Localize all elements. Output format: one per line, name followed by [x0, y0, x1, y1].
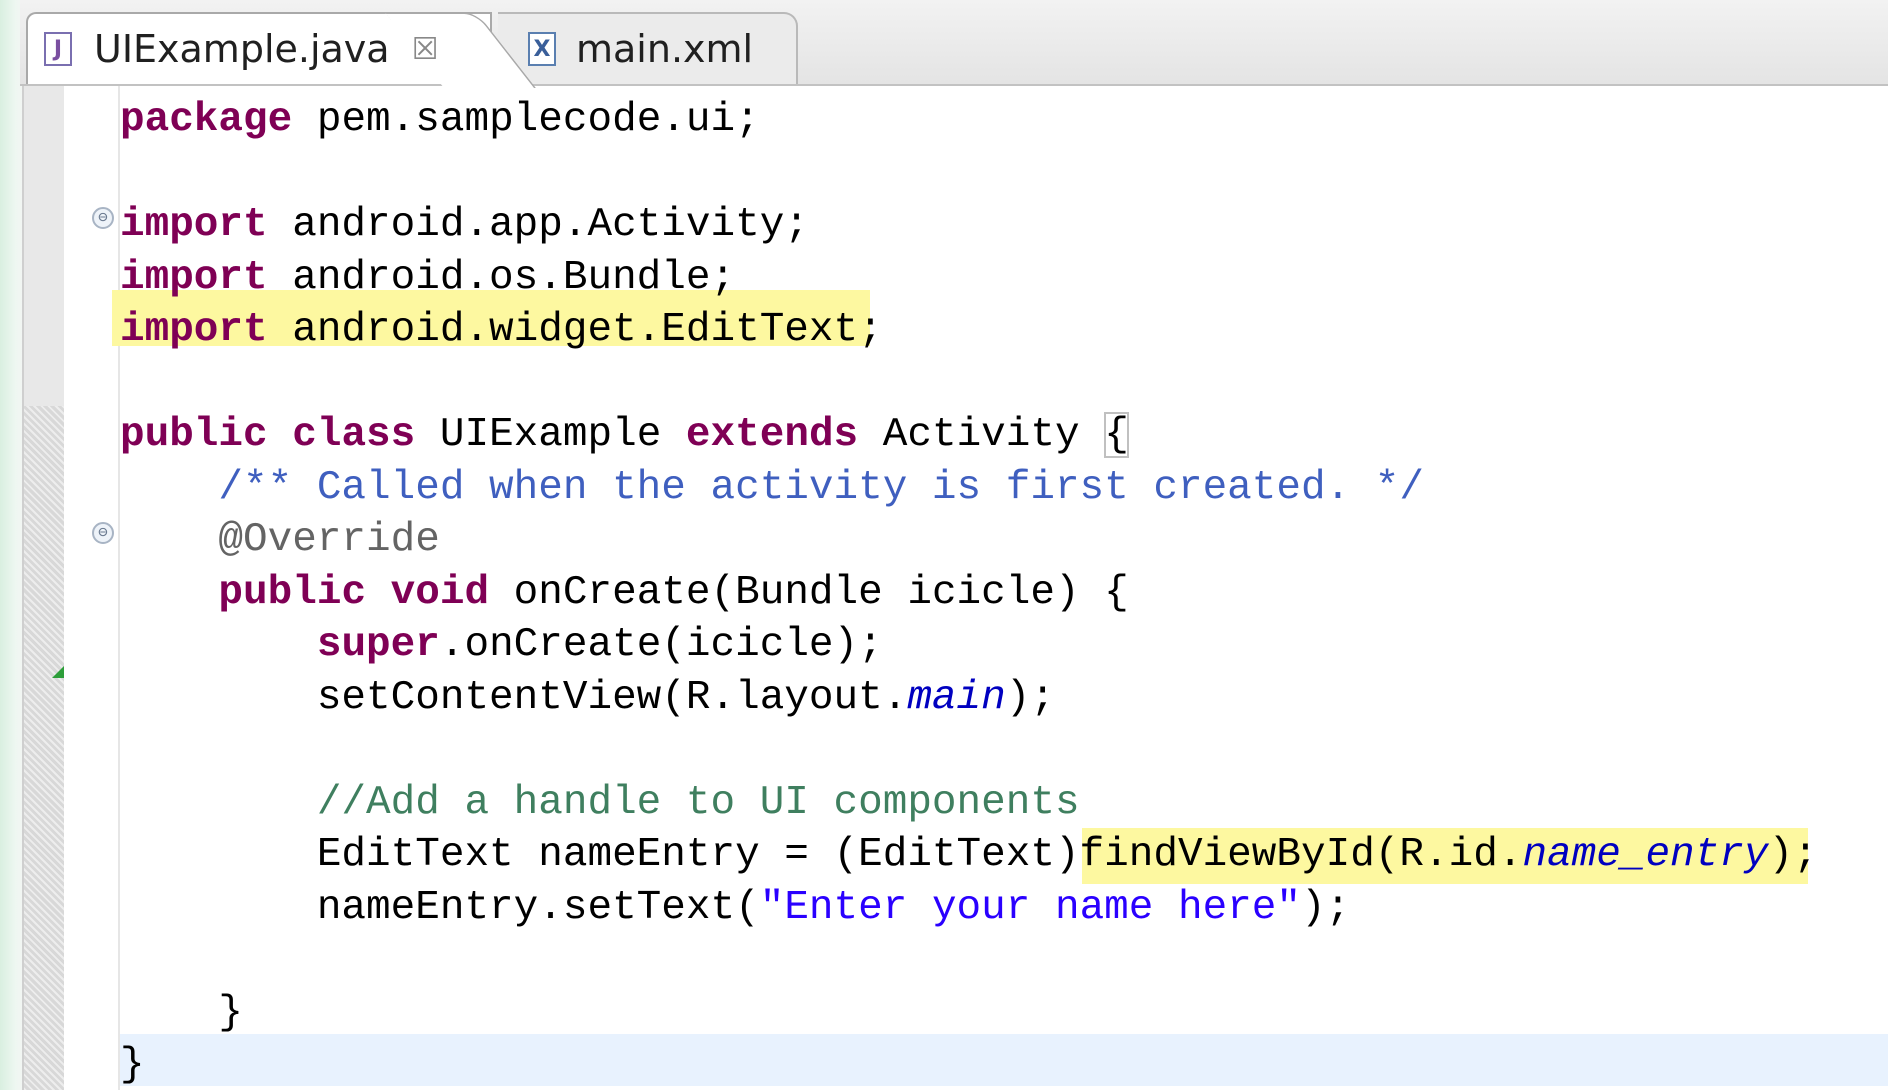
code-line[interactable]: public void onCreate(Bundle icicle) {	[120, 567, 1818, 620]
code-line[interactable]: public class UIExample extends Activity …	[120, 409, 1818, 462]
collapse-method-icon[interactable]: ⊖	[92, 522, 114, 544]
code-token: }	[120, 989, 244, 1036]
code-token: onCreate(Bundle icicle) {	[489, 569, 1129, 616]
code-line[interactable]: nameEntry.setText("Enter your name here"…	[120, 882, 1818, 935]
code-token: name_entry	[1522, 832, 1769, 878]
code-token: import	[120, 307, 268, 353]
code-line[interactable]: setContentView(R.layout.main);	[120, 672, 1818, 725]
code-token: @Override	[120, 517, 440, 563]
code-token: class	[292, 412, 416, 458]
code-token: }	[120, 1042, 145, 1088]
code-token: );	[1005, 674, 1055, 721]
code-line[interactable]: @Override	[120, 514, 1818, 567]
code-line[interactable]: package pem.samplecode.ui;	[120, 94, 1818, 147]
code-line[interactable]	[120, 934, 1818, 987]
code-line[interactable]: import android.widget.EditText;	[120, 304, 1818, 357]
code-line[interactable]: super.onCreate(icicle);	[120, 619, 1818, 672]
code-token: nameEntry.setText(	[120, 884, 760, 931]
code-token: //Add a handle to UI components	[120, 779, 1080, 826]
code-token: public	[218, 569, 367, 616]
code-token: android.os.Bundle;	[267, 254, 736, 301]
code-token: super	[316, 622, 440, 668]
code-token: EditText nameEntry = (EditText)findViewB…	[120, 832, 1523, 878]
code-token: setContentView(R.layout.	[120, 674, 908, 721]
code-line[interactable]: }	[120, 987, 1818, 1040]
code-token: public	[120, 412, 268, 458]
code-token: android.app.Activity;	[267, 202, 809, 248]
code-line[interactable]: import android.os.Bundle;	[120, 252, 1818, 305]
code-token: );	[1301, 884, 1351, 931]
code-token: {	[1104, 412, 1129, 458]
code-line[interactable]: /** Called when the activity is first cr…	[120, 462, 1818, 515]
tab-label: main.xml	[576, 27, 754, 71]
folding-ruler	[64, 86, 118, 1090]
editor-gutter[interactable]	[22, 86, 84, 1090]
code-line[interactable]	[120, 724, 1818, 777]
code-token: Activity	[858, 412, 1105, 458]
code-line[interactable]: //Add a handle to UI components	[120, 777, 1818, 830]
tab-uiexample-java[interactable]: J UIExample.java ☒	[26, 12, 492, 84]
code-token: );	[1768, 832, 1818, 878]
code-token: import	[120, 202, 268, 248]
code-line[interactable]: EditText nameEntry = (EditText)findViewB…	[120, 829, 1818, 882]
code-line[interactable]	[120, 147, 1818, 200]
xml-file-icon: X	[528, 32, 556, 66]
code-editor[interactable]: package pem.samplecode.ui; import androi…	[120, 94, 1818, 1090]
scope-indicator	[24, 406, 66, 1090]
code-token: extends	[685, 412, 859, 458]
tab-label: UIExample.java	[94, 27, 390, 71]
code-token: "Enter your name here"	[759, 884, 1302, 931]
code-token: pem.samplecode.ui;	[292, 97, 760, 143]
code-token: .onCreate(icicle);	[439, 622, 883, 668]
editor-tab-bar: J UIExample.java ☒ X main.xml	[20, 0, 1888, 86]
code-token: /** Called when the activity is first cr…	[120, 464, 1425, 511]
code-token: main	[907, 674, 1006, 721]
code-token: UIExample	[415, 412, 686, 458]
code-line[interactable]: import android.app.Activity;	[120, 199, 1818, 252]
code-token: void	[390, 569, 490, 616]
code-token: package	[120, 97, 293, 143]
code-token: import	[120, 254, 268, 301]
tab-main-xml[interactable]: X main.xml	[498, 12, 798, 84]
code-line[interactable]	[120, 357, 1818, 410]
code-line[interactable]: }	[120, 1039, 1818, 1090]
collapse-imports-icon[interactable]: ⊖	[92, 207, 114, 229]
code-token: android.widget.EditText;	[267, 307, 883, 353]
close-icon[interactable]: ☒	[412, 32, 439, 67]
java-file-icon: J	[44, 32, 72, 66]
